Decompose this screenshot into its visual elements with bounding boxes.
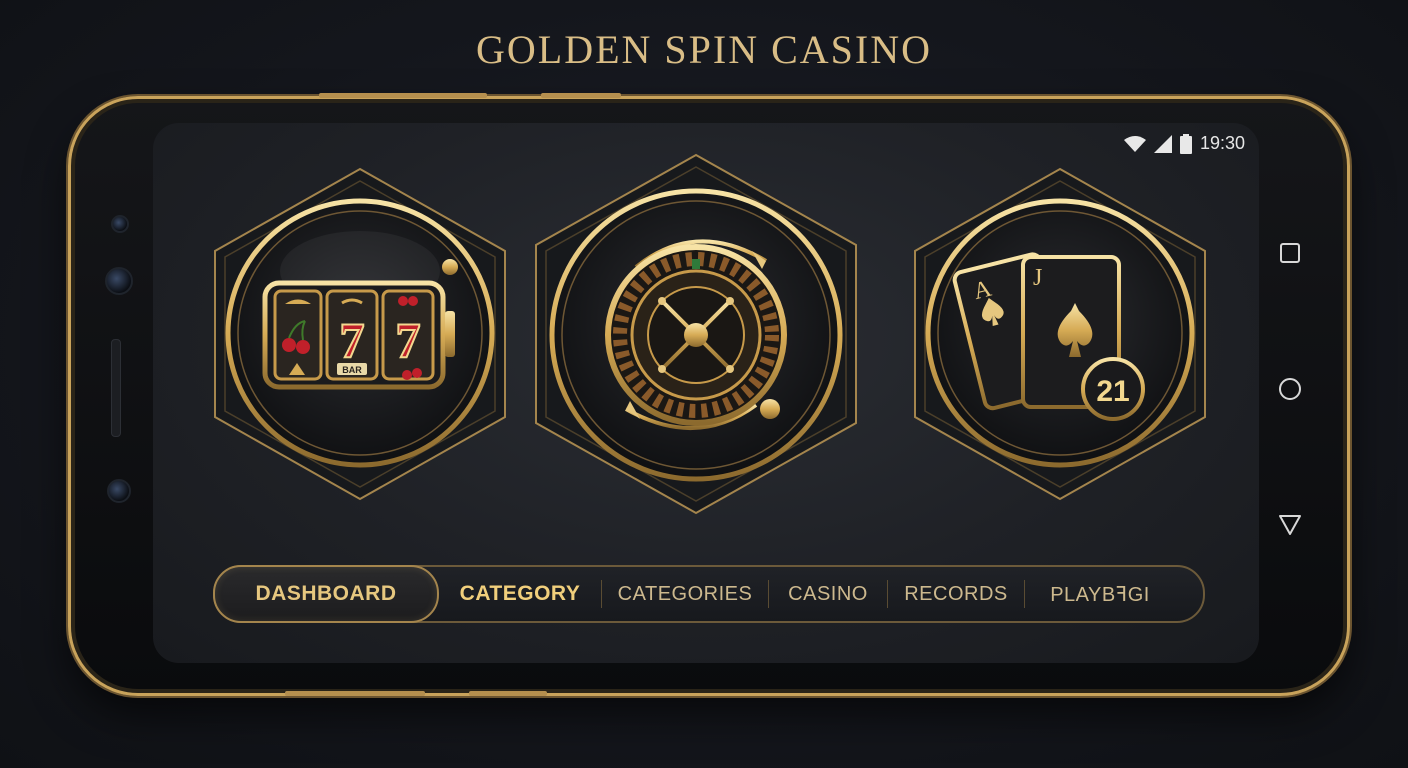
roulette-tile[interactable] xyxy=(535,153,857,515)
blackjack-21-badge: 21 xyxy=(1096,375,1129,408)
home-circle-icon[interactable] xyxy=(1276,375,1304,403)
bottom-tab-bar: DASHBOARD CATEGORY CATEGORIES CASINO REC… xyxy=(213,565,1205,623)
phone-frame: 19:30 BAR 7 7 A J 21 DASHBOARD CATEGORY … xyxy=(68,93,1350,696)
status-time: 19:30 xyxy=(1199,133,1245,153)
light-sensor xyxy=(107,479,131,503)
volume-button-bottom-2 xyxy=(469,691,547,696)
tab-categories[interactable]: CATEGORIES xyxy=(602,567,768,621)
recent-apps-square-icon[interactable] xyxy=(1276,239,1304,267)
front-camera xyxy=(105,267,133,295)
tab-categories-label: CATEGORIES xyxy=(617,582,753,605)
card-rank-jack: J xyxy=(1033,265,1042,291)
screen: 19:30 BAR 7 7 A J 21 DASHBOARD CATEGORY … xyxy=(153,123,1259,663)
slot-reel-seven-1: 7 xyxy=(340,312,365,368)
slot-reel-seven-2: 7 xyxy=(396,312,421,368)
tab-records-label: RECORDS xyxy=(904,582,1008,605)
tab-playbgi[interactable]: PLAYBꟻGI xyxy=(1025,567,1175,621)
status-bar: 19:30 xyxy=(1123,133,1245,154)
volume-button-top-2 xyxy=(541,93,621,98)
volume-button-bottom-1 xyxy=(285,691,425,696)
slot-machine-icon: BAR 7 7 xyxy=(262,259,458,390)
volume-button-top-1 xyxy=(319,93,487,98)
wifi-icon xyxy=(1123,135,1146,152)
roulette-wheel-icon xyxy=(605,239,787,431)
slot-machine-tile[interactable]: BAR 7 7 xyxy=(205,161,515,507)
tab-category[interactable]: CATEGORY xyxy=(439,567,601,621)
tab-dashboard[interactable]: DASHBOARD xyxy=(213,565,439,623)
tab-casino[interactable]: CASINO xyxy=(769,567,887,621)
tab-records[interactable]: RECORDS xyxy=(888,567,1024,621)
app-title: GOLDEN SPIN CASINO xyxy=(475,27,933,72)
tab-category-label: CATEGORY xyxy=(459,582,581,605)
battery-icon xyxy=(1179,133,1192,154)
playing-cards-icon: A J 21 xyxy=(952,252,1145,421)
back-triangle-icon[interactable] xyxy=(1276,511,1304,539)
tab-dashboard-label: DASHBOARD xyxy=(255,582,397,605)
proximity-sensor xyxy=(111,215,129,233)
tab-casino-label: CASINO xyxy=(788,582,868,605)
tab-playbgi-label: PLAYBꟻGI xyxy=(1050,583,1150,606)
earpiece-speaker xyxy=(111,339,121,437)
blackjack-tile[interactable]: A J 21 xyxy=(905,161,1215,507)
signal-icon xyxy=(1153,134,1172,153)
